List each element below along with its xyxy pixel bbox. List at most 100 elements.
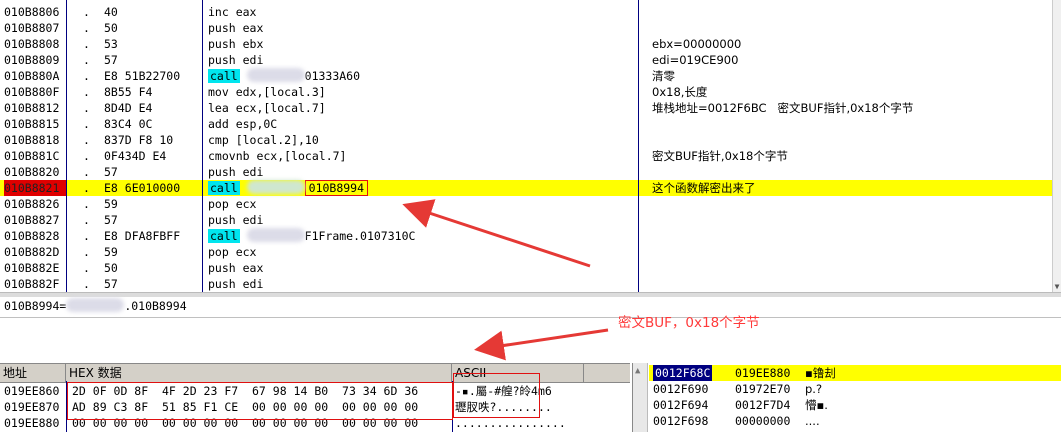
instruction-hex: E8 DFA8FBFF xyxy=(104,229,181,243)
instruction-hex: 8D4D E4 xyxy=(104,101,153,115)
highlight-box-hex xyxy=(67,382,453,420)
cpu-disassembly-pane[interactable]: 010B8806. 40 inc eax 010B8807. 50 push eax 010… xyxy=(0,0,1061,297)
header-hex-data[interactable]: HEX 数据 xyxy=(66,364,452,382)
stack-row[interactable]: 0012F694 0012F7D4 懵▪. xyxy=(649,397,1061,413)
instruction-flag: . xyxy=(83,117,90,131)
instruction-address: 010B882E xyxy=(4,261,60,275)
instruction-hex: 40 xyxy=(104,5,118,19)
instruction-hex: 57 xyxy=(104,277,118,291)
instruction-text: add esp,0C xyxy=(208,117,278,131)
instruction-address: 010B8828 xyxy=(4,229,60,243)
instruction-address: 010B8820 xyxy=(4,165,60,179)
disasm-row[interactable]: 010B8820. 57 push edi xyxy=(0,164,1052,180)
instruction-flag: . xyxy=(83,133,90,147)
info-line-left: 010B8994= xyxy=(4,299,67,313)
instruction-address: 010B8818 xyxy=(4,133,60,147)
disasm-row[interactable]: 010B8821. E8 6E010000 call 010B8994 这个函数解密出… xyxy=(0,180,1052,196)
disasm-row[interactable]: 010B880F. 8B55 F4 mov edx,[local.3] 0x18,长度 xyxy=(0,84,1052,100)
instruction-text: pop ecx xyxy=(208,197,257,211)
instruction-text: cmovnb ecx,[local.7] xyxy=(208,149,347,163)
stack-row[interactable]: 0012F698 00000000.... xyxy=(649,413,1061,429)
scroll-up-arrow-icon[interactable]: ▲ xyxy=(635,366,640,376)
instruction-hex: 8B55 F4 xyxy=(104,85,153,99)
disasm-row[interactable]: 010B8812. 8D4D E4 lea ecx,[local.7] 堆栈地址=00… xyxy=(0,100,1052,116)
instruction-address: 010B880F xyxy=(4,85,60,99)
stack-row[interactable]: 0012F68C 019EE880 ▪镥刦 xyxy=(649,365,1061,381)
instruction-text: push edi xyxy=(208,213,264,227)
instruction-call: call 010B8994 xyxy=(208,180,369,196)
instruction-flag: . xyxy=(83,277,90,291)
disasm-row[interactable]: 010B881C. 0F434D E4 cmovnb ecx,[local.7] 密文… xyxy=(0,148,1052,164)
instruction-text: push edi xyxy=(208,165,264,179)
instruction-comment: 清零 xyxy=(652,69,675,83)
stack-value: 0012F7D4 xyxy=(735,398,791,412)
instruction-text: push eax xyxy=(208,21,264,35)
instruction-hex: 57 xyxy=(104,213,118,227)
scroll-down-arrow-icon[interactable]: ▼ xyxy=(1053,282,1061,292)
instruction-address: 010B8821 xyxy=(4,180,66,196)
stack-row[interactable]: 0012F690 01972E70 p.? xyxy=(649,381,1061,397)
instruction-text: push edi xyxy=(208,277,264,291)
info-line: 010B8994= .010B8994 xyxy=(4,298,187,314)
instruction-comment: 0x18,长度 xyxy=(652,85,708,99)
header-spacer xyxy=(584,364,630,382)
stack-comment: .... xyxy=(805,414,820,428)
instruction-flag: . xyxy=(83,53,90,67)
disasm-row[interactable]: 010B882D. 59 pop ecx xyxy=(0,244,1052,260)
disasm-row[interactable]: 010B8809. 57 push edi edi=019CE900 xyxy=(0,52,1052,68)
instruction-flag: . xyxy=(83,165,90,179)
disasm-row[interactable]: 010B8815. 83C4 0C add esp,0C xyxy=(0,116,1052,132)
instruction-hex: 57 xyxy=(104,53,118,67)
header-address[interactable]: 地址 xyxy=(0,364,66,382)
instruction-address: 010B8807 xyxy=(4,21,60,35)
vertical-scrollbar[interactable] xyxy=(1052,0,1061,296)
disasm-row[interactable]: 010B8818. 837D F8 10 cmp [local.2],10 xyxy=(0,132,1052,148)
instruction-flag: . xyxy=(83,101,90,115)
instruction-hex: 57 xyxy=(104,165,118,179)
instruction-address: 010B881C xyxy=(4,149,60,163)
horizontal-scrollbar[interactable] xyxy=(0,292,1061,297)
column-divider xyxy=(66,0,67,292)
stack-comment: 懵▪. xyxy=(805,398,828,412)
highlight-box-ascii xyxy=(453,373,540,418)
call-target[interactable]: 010B8994 xyxy=(304,180,369,196)
instruction-text: mov edx,[local.3] xyxy=(208,85,326,99)
instruction-comment: 密文BUF指针,0x18个字节 xyxy=(652,149,788,163)
dump-address: 019EE870 xyxy=(4,400,60,414)
instruction-hex: 59 xyxy=(104,197,118,211)
disasm-row[interactable]: 010B8808. 53 push ebx ebx=00000000 xyxy=(0,36,1052,52)
pane-separator xyxy=(0,317,1061,318)
instruction-flag: . xyxy=(83,181,90,195)
instruction-flag: . xyxy=(83,213,90,227)
disasm-row[interactable]: 010B8807. 50 push eax xyxy=(0,20,1052,36)
stack-address: 0012F68C xyxy=(653,365,713,381)
instruction-address: 010B8809 xyxy=(4,53,60,67)
instruction-flag: . xyxy=(83,197,90,211)
stack-gutter: ▲ xyxy=(633,363,648,432)
disasm-row[interactable]: 010B880A. E8 51B22700 call 01333A60 清零 xyxy=(0,68,1052,84)
disasm-row[interactable]: 010B882F. 57 push edi xyxy=(0,276,1052,292)
disasm-row[interactable]: 010B882E. 50 push eax xyxy=(0,260,1052,276)
instruction-flag: . xyxy=(83,21,90,35)
disasm-row[interactable]: 010B8826. 59 pop ecx xyxy=(0,196,1052,212)
instruction-hex: E8 6E010000 xyxy=(104,181,181,195)
call-target[interactable]: F1Frame.0107310C xyxy=(305,229,416,243)
instruction-call: call F1Frame.0107310C xyxy=(208,228,415,244)
call-keyword: call xyxy=(208,69,240,83)
hex-dump-pane[interactable]: 地址 HEX 数据 ASCII 019EE860 2D 0F 0D 8F 4F 2… xyxy=(0,363,630,432)
instruction-address: 010B882F xyxy=(4,277,60,291)
redacted-region xyxy=(246,68,305,82)
redacted-region xyxy=(66,298,125,312)
instruction-flag: . xyxy=(83,37,90,51)
disasm-row[interactable]: 010B8827. 57 push edi xyxy=(0,212,1052,228)
disassembly-list[interactable]: 010B8806. 40 inc eax 010B8807. 50 push eax 010… xyxy=(0,4,1052,292)
instruction-address: 010B880A xyxy=(4,69,60,83)
instruction-text: push ebx xyxy=(208,37,264,51)
disasm-row[interactable]: 010B8806. 40 inc eax xyxy=(0,4,1052,20)
instruction-hex: E8 51B22700 xyxy=(104,69,181,83)
stack-value: 01972E70 xyxy=(735,382,791,396)
stack-pane[interactable]: ▲ 0012F68C 019EE880 ▪镥刦 0012F690 01972E70 p.?… xyxy=(632,363,1061,432)
disasm-row[interactable]: 010B8828. E8 DFA8FBFF call F1Frame.0107310… xyxy=(0,228,1052,244)
instruction-call: call 01333A60 xyxy=(208,68,360,84)
call-target[interactable]: 01333A60 xyxy=(305,69,360,83)
